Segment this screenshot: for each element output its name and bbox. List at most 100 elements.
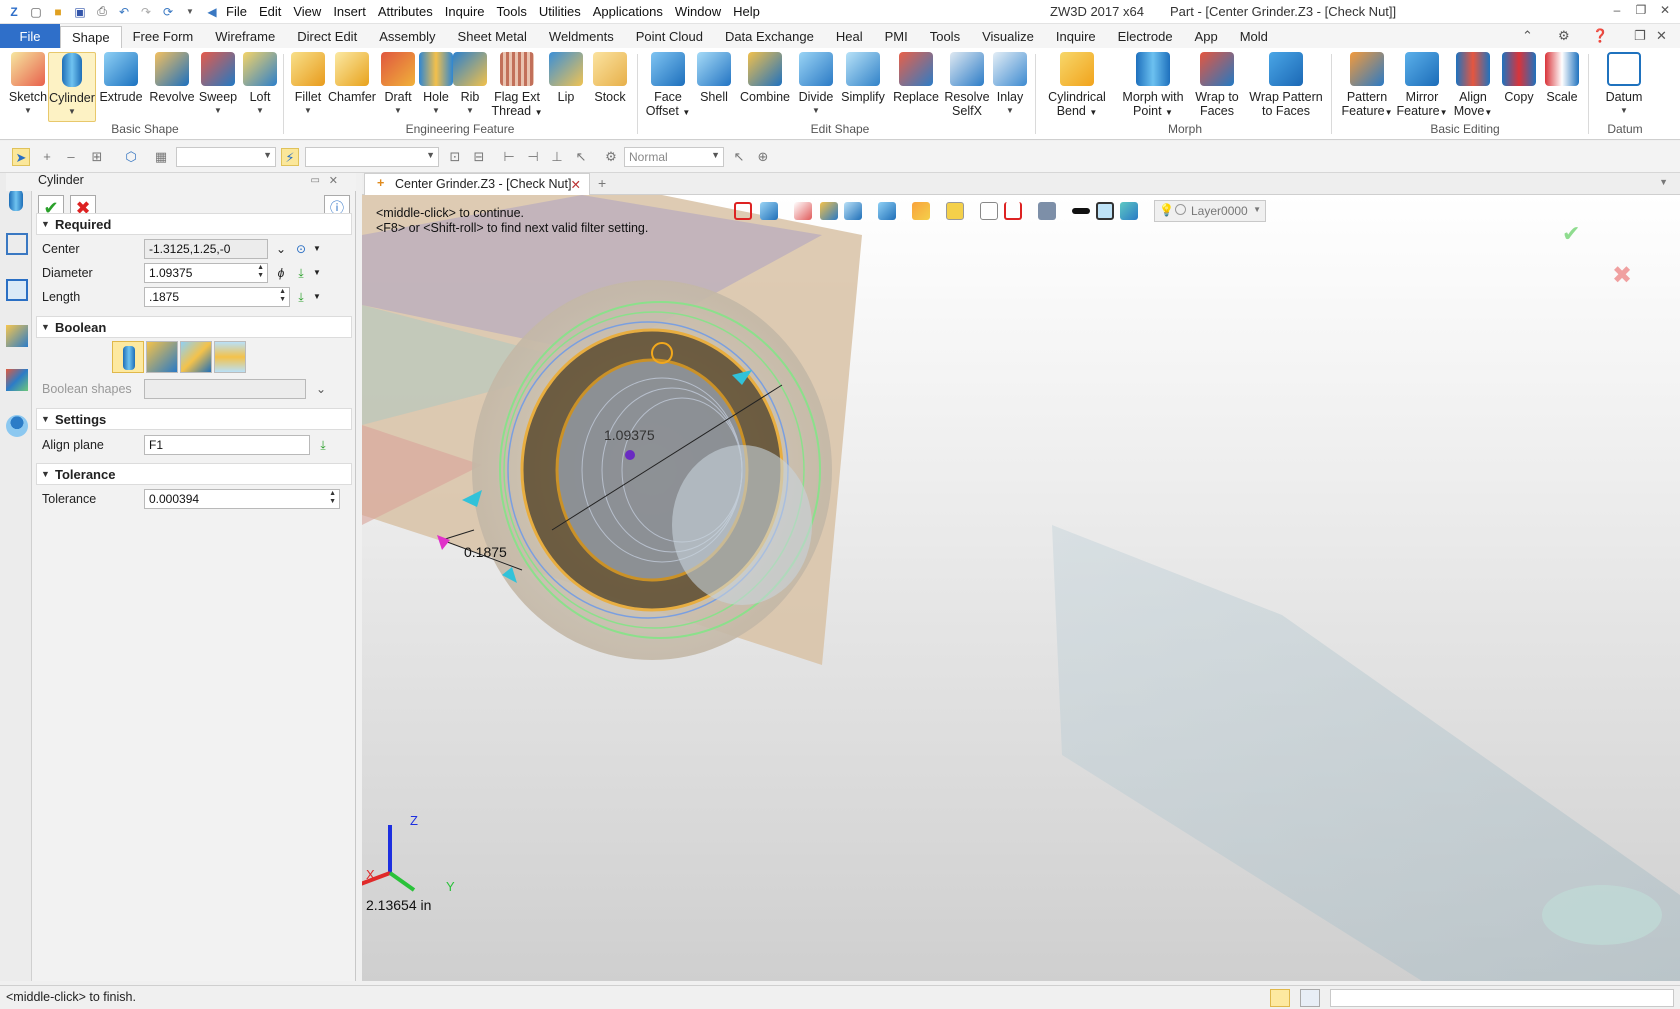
- tab-app[interactable]: App: [1184, 26, 1229, 48]
- save-icon[interactable]: ▣: [72, 4, 88, 20]
- shaded-icon[interactable]: [820, 202, 838, 220]
- history-tree-icon[interactable]: [6, 233, 28, 255]
- pick-mode-icon[interactable]: ⚡: [281, 148, 299, 166]
- status-list-icon[interactable]: [1300, 989, 1320, 1007]
- face-offset-button[interactable]: Face Offset ▼: [644, 52, 692, 120]
- viewport-ok-check-icon[interactable]: ✔: [1562, 221, 1580, 247]
- status-toggle-icon[interactable]: [1270, 989, 1290, 1007]
- length-dimension[interactable]: 0.1875: [464, 544, 507, 560]
- select-filter-icon[interactable]: ⊞: [88, 148, 106, 166]
- menu-attributes[interactable]: Attributes: [372, 4, 439, 19]
- part-icon[interactable]: [6, 325, 28, 347]
- tab-electrode[interactable]: Electrode: [1107, 26, 1184, 48]
- sweep-button[interactable]: Sweep ▼: [196, 52, 240, 118]
- lasso-icon[interactable]: ⬡: [122, 148, 140, 166]
- eraser-icon[interactable]: [794, 202, 812, 220]
- refresh-icon[interactable]: ⟳: [160, 4, 176, 20]
- restore-icon[interactable]: ❐: [1632, 3, 1650, 19]
- diameter-dimension[interactable]: 1.09375: [604, 427, 655, 443]
- wrap-to-faces-button[interactable]: Wrap to Faces: [1192, 52, 1242, 118]
- point-dropdown-icon[interactable]: ▼: [308, 240, 326, 258]
- menu-applications[interactable]: Applications: [587, 4, 669, 19]
- tab-free-form[interactable]: Free Form: [122, 26, 205, 48]
- menu-help[interactable]: Help: [727, 4, 766, 19]
- new-tab-icon[interactable]: +: [598, 175, 606, 191]
- quick-access-dropdown-icon[interactable]: ▼: [182, 4, 198, 20]
- layer-combo[interactable]: 💡 Layer0000 ▼: [1154, 200, 1266, 222]
- copy-button[interactable]: Copy: [1498, 52, 1540, 104]
- spinner-icon[interactable]: ▲ ▼: [279, 288, 286, 304]
- tab-pmi[interactable]: PMI: [874, 26, 919, 48]
- tab-wireframe[interactable]: Wireframe: [204, 26, 286, 48]
- section-icon[interactable]: [912, 202, 930, 220]
- remove-select-icon[interactable]: –: [62, 148, 80, 166]
- inlay-button[interactable]: Inlay ▼: [992, 52, 1028, 118]
- tab-close-icon[interactable]: ✕: [571, 177, 581, 192]
- redo-icon[interactable]: ↷: [138, 4, 154, 20]
- menu-inquire[interactable]: Inquire: [439, 4, 491, 19]
- menu-view[interactable]: View: [287, 4, 327, 19]
- intersect-shape-icon[interactable]: [214, 341, 246, 373]
- graphics-viewport[interactable]: <middle-click> to continue. <F8> or <Shi…: [362, 195, 1680, 981]
- panel-close-icon[interactable]: ✕: [1656, 28, 1667, 44]
- tab-heal[interactable]: Heal: [825, 26, 874, 48]
- menu-file[interactable]: File: [220, 4, 253, 19]
- visual-icon[interactable]: [6, 369, 28, 391]
- section-boolean[interactable]: Boolean: [36, 316, 352, 338]
- tab-visualize[interactable]: Visualize: [971, 26, 1045, 48]
- pick-combo[interactable]: ▼: [305, 147, 439, 167]
- morph-with-point-button[interactable]: Morph with Point ▼: [1118, 52, 1188, 120]
- render-icon[interactable]: ⚙: [602, 148, 620, 166]
- color-icon[interactable]: [1096, 202, 1114, 220]
- mirror-feature-button[interactable]: Mirror Feature▼: [1394, 52, 1450, 120]
- panel-close-icon[interactable]: ✕: [329, 174, 338, 187]
- tolerance-input[interactable]: 0.000394 ▲ ▼: [144, 489, 340, 509]
- menu-utilities[interactable]: Utilities: [533, 4, 587, 19]
- grid-icon[interactable]: [1038, 202, 1056, 220]
- help-icon[interactable]: ❓: [1592, 28, 1608, 44]
- user-icon[interactable]: [6, 415, 28, 437]
- command-input[interactable]: [1330, 989, 1674, 1007]
- scale-button[interactable]: Scale: [1542, 52, 1582, 104]
- chevron-down-icon[interactable]: ⌄: [272, 240, 290, 258]
- rib-button[interactable]: Rib ▼: [452, 52, 488, 118]
- tab-point-cloud[interactable]: Point Cloud: [625, 26, 714, 48]
- render-mode-combo[interactable]: Normal ▼: [624, 147, 724, 167]
- flag-ext-thread-button[interactable]: Flag Ext Thread ▼: [490, 52, 544, 120]
- add-select-icon[interactable]: +: [38, 148, 56, 166]
- plane-picker-icon[interactable]: ⤓: [314, 436, 332, 454]
- align-right-icon[interactable]: ⊥: [548, 148, 566, 166]
- loft-button[interactable]: Loft ▼: [240, 52, 280, 118]
- measure-icon[interactable]: [1004, 202, 1022, 220]
- assembly-tree-icon[interactable]: [6, 279, 28, 301]
- align-plane-input[interactable]: F1: [144, 435, 310, 455]
- diameter-input[interactable]: 1.09375 ▲ ▼: [144, 263, 268, 283]
- tab-shape[interactable]: Shape: [60, 26, 122, 48]
- tab-weldments[interactable]: Weldments: [538, 26, 625, 48]
- add-shape-icon[interactable]: [146, 341, 178, 373]
- extrude-button[interactable]: Extrude: [98, 52, 144, 104]
- undo-icon[interactable]: ↶: [116, 4, 132, 20]
- filter-icon[interactable]: ▦: [152, 148, 170, 166]
- tab-sheet-metal[interactable]: Sheet Metal: [447, 26, 538, 48]
- grid-icon[interactable]: ⊟: [470, 148, 488, 166]
- zoom-fit-icon[interactable]: [980, 202, 998, 220]
- section-required[interactable]: Required: [36, 213, 352, 235]
- target-icon[interactable]: ⊕: [754, 148, 772, 166]
- chamfer-button[interactable]: Chamfer: [328, 52, 376, 104]
- revolve-button[interactable]: Revolve: [148, 52, 196, 104]
- shell-button[interactable]: Shell: [694, 52, 734, 104]
- lip-button[interactable]: Lip: [548, 52, 584, 104]
- section-settings[interactable]: Settings: [36, 408, 352, 430]
- tab-direct-edit[interactable]: Direct Edit: [286, 26, 368, 48]
- print-icon[interactable]: ⎙: [94, 4, 110, 20]
- view-orient-icon[interactable]: [760, 202, 778, 220]
- open-folder-icon[interactable]: ■: [50, 4, 66, 20]
- pick-arrow-icon[interactable]: ➤: [12, 148, 30, 166]
- draft-button[interactable]: Draft ▼: [378, 52, 418, 118]
- measure-dropdown-icon[interactable]: ▼: [308, 288, 326, 306]
- exit-icon[interactable]: [734, 202, 752, 220]
- cylinder-button[interactable]: Cylinder ▼: [48, 52, 96, 122]
- tab-tools[interactable]: Tools: [919, 26, 971, 48]
- length-input[interactable]: .1875 ▲ ▼: [144, 287, 290, 307]
